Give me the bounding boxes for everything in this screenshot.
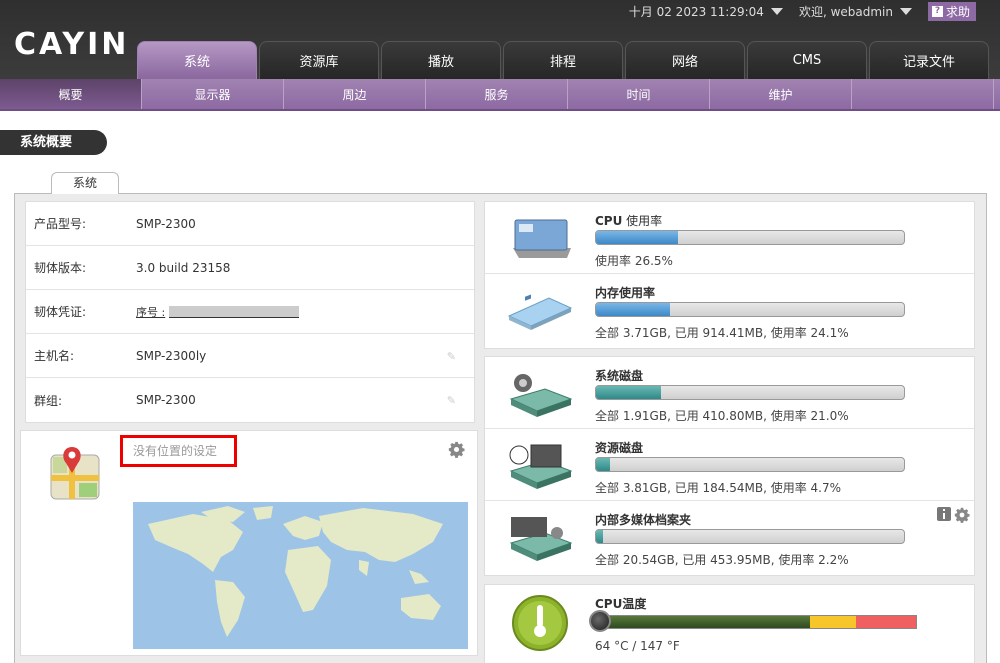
internal-media-item: 内部多媒体档案夹 全部 20.54GB, 已用 453.95MB, 使用率 2.… — [485, 501, 974, 573]
system-disk-title: 系统磁盘 — [595, 369, 644, 383]
storage-panel: 系统磁盘 全部 1.91GB, 已用 410.80MB, 使用率 21.0% 资… — [484, 356, 975, 576]
serial-redacted — [169, 306, 300, 318]
app-header: CAYIN 十月 02 2023 11:29:04 欢迎, webadmin ?… — [0, 0, 1000, 79]
subnav-overview[interactable]: 概要 — [0, 79, 142, 109]
info-row-hostname: 主机名: SMP-2300ly ✎ — [26, 334, 474, 378]
info-value: SMP-2300ly — [136, 348, 207, 363]
pencil-icon[interactable]: ✎ — [447, 394, 456, 407]
resource-disk-item: 资源磁盘 全部 3.81GB, 已用 184.54MB, 使用率 4.7% — [485, 429, 974, 501]
main-tabs: 系统 资源库 播放 排程 网络 CMS 记录文件 — [137, 41, 989, 79]
system-disk-progress-bar — [595, 385, 905, 400]
subnav-time[interactable]: 时间 — [568, 79, 710, 109]
cpu-progress-bar — [595, 230, 905, 245]
serial-label[interactable]: 序号 : — [136, 306, 165, 319]
help-label: 求助 — [945, 4, 970, 19]
chevron-down-icon — [899, 7, 912, 15]
tab-network[interactable]: 网络 — [625, 41, 745, 79]
internal-media-title: 内部多媒体档案夹 — [595, 513, 692, 527]
media-actions — [937, 507, 970, 523]
gear-icon[interactable] — [954, 507, 970, 523]
resource-disk-text: 全部 3.81GB, 已用 184.54MB, 使用率 4.7% — [595, 481, 842, 495]
pencil-icon[interactable]: ✎ — [447, 350, 456, 363]
cpu-title: CPU 使用率 — [595, 214, 663, 228]
gear-icon[interactable] — [448, 441, 465, 458]
section-tab-system[interactable]: 系统 — [51, 172, 119, 194]
cpu-usage-item: CPU 使用率 使用率 26.5% — [485, 202, 974, 274]
system-disk-text: 全部 1.91GB, 已用 410.80MB, 使用率 21.0% — [595, 409, 849, 423]
map-pin-icon — [50, 447, 100, 500]
info-row-model: 产品型号: SMP-2300 — [26, 202, 474, 246]
welcome-label: 欢迎, webadmin — [798, 4, 893, 19]
temp-gauge-green — [596, 616, 810, 628]
info-row-group: 群组: SMP-2300 ✎ — [26, 378, 474, 422]
world-map[interactable] — [133, 502, 468, 649]
thermometer-icon — [512, 595, 568, 651]
usage-panel: CPU 使用率 使用率 26.5% 内存使用率 全部 3.71GB, 已用 91… — [484, 201, 975, 349]
resource-disk-progress-fill — [596, 458, 611, 471]
subnav-display[interactable]: 显示器 — [142, 79, 284, 109]
system-info-panel: 产品型号: SMP-2300 韧体版本: 3.0 build 23158 韧体凭… — [25, 201, 475, 423]
internal-media-text: 全部 20.54GB, 已用 453.95MB, 使用率 2.2% — [595, 553, 849, 567]
resource-disk-icon — [509, 444, 573, 489]
internal-media-progress-bar — [595, 529, 905, 544]
info-value: 3.0 build 23158 — [136, 260, 231, 275]
top-bar: 十月 02 2023 11:29:04 欢迎, webadmin ? 求助 — [629, 0, 1000, 22]
info-row-license: 韧体凭证: 序号 : — [26, 290, 474, 334]
system-disk-icon — [509, 374, 573, 417]
subnav-empty — [852, 79, 994, 109]
tab-logs[interactable]: 记录文件 — [869, 41, 989, 79]
memory-progress-bar — [595, 302, 905, 317]
tab-system[interactable]: 系统 — [137, 41, 257, 79]
media-folder-icon — [509, 517, 573, 561]
info-label: 群组: — [34, 393, 63, 408]
tab-cms[interactable]: CMS — [747, 41, 867, 79]
temp-gauge-yellow — [810, 616, 856, 628]
subnav-peripherals[interactable]: 周边 — [284, 79, 426, 109]
info-value: SMP-2300 — [136, 393, 196, 407]
location-panel: 没有位置的设定 — [20, 430, 478, 656]
internal-media-progress-fill — [596, 530, 603, 543]
tab-library[interactable]: 资源库 — [259, 41, 379, 79]
resource-disk-title: 资源磁盘 — [595, 441, 644, 455]
cpu-usage-text: 使用率 26.5% — [595, 254, 673, 268]
tab-play[interactable]: 播放 — [381, 41, 501, 79]
memory-usage-text: 全部 3.71GB, 已用 914.41MB, 使用率 24.1% — [595, 326, 849, 340]
info-label: 韧体凭证: — [34, 305, 87, 319]
temperature-panel: CPU温度 64 °C / 147 °F — [484, 584, 975, 663]
memory-progress-fill — [596, 303, 671, 316]
page-title: 系统概要 — [0, 130, 107, 155]
location-status: 没有位置的设定 — [120, 435, 237, 467]
info-label: 主机名: — [34, 349, 75, 363]
memory-usage-item: 内存使用率 全部 3.71GB, 已用 914.41MB, 使用率 24.1% — [485, 274, 974, 346]
help-button[interactable]: ? 求助 — [927, 1, 976, 21]
memory-title: 内存使用率 — [595, 286, 656, 300]
subnav-maintenance[interactable]: 维护 — [710, 79, 852, 109]
memory-icon — [507, 294, 573, 330]
datetime-dropdown[interactable]: 十月 02 2023 11:29:04 — [629, 3, 783, 20]
cpu-temp-item: CPU温度 64 °C / 147 °F — [485, 585, 974, 663]
system-disk-progress-fill — [596, 386, 661, 399]
temp-gauge — [595, 615, 917, 629]
temp-gauge-knob — [589, 610, 611, 632]
resource-disk-progress-bar — [595, 457, 905, 472]
license-value: 序号 : — [136, 304, 300, 320]
sub-nav: 概要 显示器 周边 服务 时间 维护 — [0, 79, 1000, 111]
datetime-label: 十月 02 2023 11:29:04 — [628, 4, 764, 19]
temp-gauge-red — [856, 616, 916, 628]
info-icon[interactable] — [937, 507, 951, 521]
logo: CAYIN — [14, 27, 130, 62]
question-icon: ? — [931, 5, 943, 17]
info-label: 产品型号: — [34, 217, 87, 231]
user-menu[interactable]: 欢迎, webadmin — [799, 3, 912, 20]
cpu-icon — [513, 219, 571, 258]
subnav-services[interactable]: 服务 — [426, 79, 568, 109]
chevron-down-icon — [770, 7, 783, 15]
system-disk-item: 系统磁盘 全部 1.91GB, 已用 410.80MB, 使用率 21.0% — [485, 357, 974, 429]
cpu-temp-text: 64 °C / 147 °F — [595, 639, 680, 653]
info-row-firmware: 韧体版本: 3.0 build 23158 — [26, 246, 474, 290]
info-value: SMP-2300 — [136, 216, 196, 231]
info-label: 韧体版本: — [34, 261, 87, 275]
cpu-progress-fill — [596, 231, 678, 244]
tab-schedule[interactable]: 排程 — [503, 41, 623, 79]
